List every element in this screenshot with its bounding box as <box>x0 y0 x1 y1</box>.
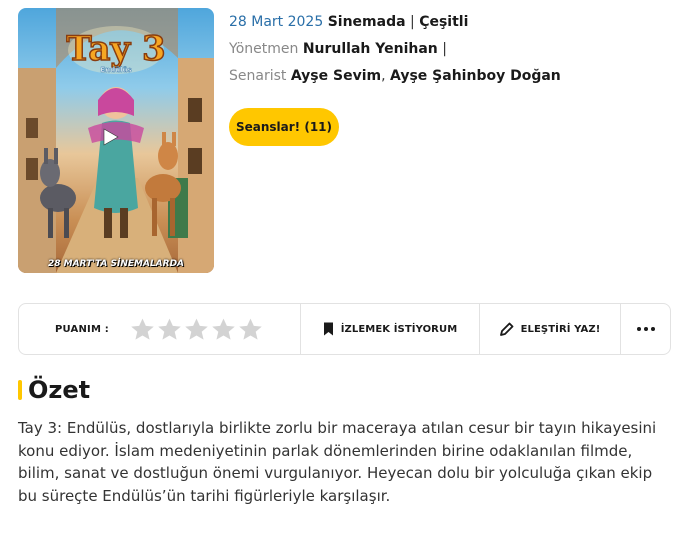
rating-label: PUANIM : <box>55 323 110 335</box>
star-icon-3[interactable] <box>184 317 209 342</box>
more-icon <box>636 327 655 331</box>
writer-link-2[interactable]: Ayşe Şahinboy Doğan <box>390 68 561 84</box>
sessions-button[interactable]: Seanslar! (11) <box>229 108 339 146</box>
separator: | <box>410 14 415 30</box>
summary-text: Tay 3: Endülüs, dostlarıyla birlikte zor… <box>18 419 657 505</box>
pencil-icon <box>499 322 513 336</box>
poster-title-art: Tay 3 <box>66 29 165 69</box>
watchlist-button[interactable]: İZLEMEK İSTİYORUM <box>301 304 480 354</box>
separator: | <box>442 41 447 57</box>
rating-section: PUANIM : <box>19 304 301 354</box>
star-icon-2[interactable] <box>157 317 182 342</box>
play-icon <box>103 128 119 146</box>
play-trailer-button[interactable] <box>103 128 129 154</box>
genre-link[interactable]: Çeşitli <box>419 14 468 30</box>
star-rating[interactable] <box>130 317 263 342</box>
director-label: Yönetmen <box>229 41 299 57</box>
star-icon-1[interactable] <box>130 317 155 342</box>
movie-poster[interactable]: Tay 3 Endülüs 28 MART'TA SİNEMALARDA <box>18 8 214 273</box>
summary-heading: Özet <box>18 376 90 404</box>
poster-subtitle-art: Endülüs <box>100 66 131 74</box>
write-review-button[interactable]: ELEŞTİRİ YAZ! <box>480 304 621 354</box>
more-options-button[interactable] <box>621 304 670 354</box>
writer-row: Senarist Ayşe Sevim, Ayşe Şahinboy Doğan <box>229 68 561 85</box>
release-date: 28 Mart 2025 <box>229 14 324 30</box>
summary-title: Özet <box>28 376 91 404</box>
director-link[interactable]: Nurullah Yenihan <box>303 41 438 57</box>
poster-caption: 28 MART'TA SİNEMALARDA <box>47 259 185 269</box>
writer-link-1[interactable]: Ayşe Sevim <box>291 68 381 84</box>
release-row: 28 Mart 2025 Sinemada | Çeşitli <box>229 14 468 31</box>
watchlist-label: İZLEMEK İSTİYORUM <box>340 323 458 335</box>
writer-label: Senarist <box>229 68 287 84</box>
star-icon-4[interactable] <box>211 317 236 342</box>
bookmark-icon <box>323 322 333 336</box>
star-icon-5[interactable] <box>238 317 263 342</box>
accent-bar <box>18 380 22 400</box>
director-row: Yönetmen Nurullah Yenihan | <box>229 41 447 58</box>
action-bar: PUANIM : İZLEMEK İSTİYORUM ELEŞTİRİ YAZ! <box>18 303 671 355</box>
review-label: ELEŞTİRİ YAZ! <box>520 323 601 335</box>
release-status: Sinemada <box>327 14 406 30</box>
comma: , <box>381 68 386 84</box>
